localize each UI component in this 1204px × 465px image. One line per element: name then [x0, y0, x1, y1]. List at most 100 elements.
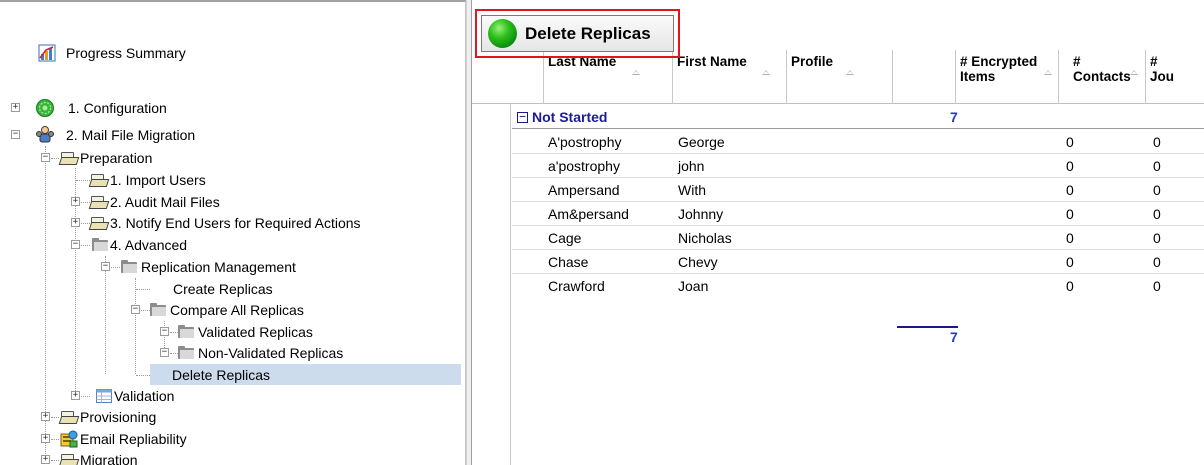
tree-item-provisioning[interactable]: Provisioning	[58, 406, 157, 427]
cell-last-name: Ampersand	[548, 182, 620, 198]
tree-item-compare-all-replicas[interactable]: Compare All Replicas	[150, 299, 304, 320]
cell-last-name: A'postrophy	[548, 134, 622, 150]
table-row[interactable]: Am&persand Johnny 0 0	[512, 202, 1204, 226]
cell-contacts: 0	[1066, 254, 1074, 270]
tree-connector	[51, 439, 59, 440]
tree-item-validation[interactable]: Validation	[96, 385, 174, 406]
table-row[interactable]: Ampersand With 0 0	[512, 178, 1204, 202]
tree-item-preparation[interactable]: Preparation	[58, 147, 153, 168]
tree-connector	[51, 460, 59, 461]
column-header-spacer	[893, 50, 956, 104]
cell-journal: 0	[1153, 158, 1161, 174]
collapse-toggle[interactable]: −	[517, 111, 528, 123]
column-header-journal[interactable]: # Jou	[1146, 50, 1204, 104]
table-row[interactable]: Cage Nicholas 0 0	[512, 226, 1204, 250]
table-row[interactable]: Crawford Joan 0 0	[512, 274, 1204, 298]
tree-item-label: 2. Audit Mail Files	[110, 193, 220, 210]
collapse-toggle[interactable]: −	[160, 327, 169, 336]
cell-first-name: Johnny	[678, 206, 724, 222]
tree-connector	[81, 202, 90, 203]
column-header-label: Jou	[1150, 69, 1175, 84]
tree-item-email-repliability[interactable]: Email Repliability	[60, 428, 187, 449]
column-header-last-name[interactable]: Last Name	[544, 50, 673, 104]
group-title: Not Started	[532, 109, 608, 125]
collapse-toggle[interactable]: −	[131, 305, 140, 314]
folder-icon	[178, 325, 194, 338]
navigation-tree: Progress Summary + 1. Configuration − 2.…	[0, 0, 466, 465]
tree-item-replication-management[interactable]: Replication Management	[121, 256, 296, 277]
tree-item-delete-replicas[interactable]: Delete Replicas	[150, 364, 461, 385]
collapse-toggle[interactable]: −	[41, 153, 50, 162]
tree-item-advanced[interactable]: 4. Advanced	[92, 234, 187, 255]
table-row[interactable]: Chase Chevy 0 0	[512, 250, 1204, 274]
tree-item-create-replicas[interactable]: Create Replicas	[173, 278, 273, 299]
tree-item-migration[interactable]: Migration	[58, 449, 138, 465]
column-header-first-name[interactable]: First Name	[673, 50, 787, 104]
tree-item-import-users[interactable]: 1. Import Users	[88, 169, 206, 190]
cell-last-name: a'postrophy	[548, 158, 620, 174]
tree-item-label: Validated Replicas	[198, 323, 313, 340]
expand-toggle[interactable]: +	[41, 455, 50, 464]
table-row[interactable]: a'postrophy john 0 0	[512, 154, 1204, 178]
tree-item-label: 1. Configuration	[68, 99, 167, 116]
tree-item-validated-replicas[interactable]: Validated Replicas	[178, 321, 313, 342]
grid-row-selector-column	[472, 50, 511, 465]
tree-connector	[51, 158, 59, 159]
configuration-icon	[36, 98, 54, 117]
tree-connector	[141, 310, 150, 311]
cell-contacts: 0	[1066, 182, 1074, 198]
open-folder-icon	[88, 216, 110, 230]
tree-item-label: Validation	[114, 387, 175, 404]
column-header-label: First Name	[677, 54, 747, 69]
cell-contacts: 0	[1066, 278, 1074, 294]
tree-item-notify-end-users[interactable]: 3. Notify End Users for Required Actions	[88, 212, 361, 233]
tree-connector	[170, 332, 178, 333]
column-header-indicator	[512, 50, 544, 104]
expand-toggle[interactable]: +	[71, 218, 80, 227]
summary-rule	[897, 326, 958, 328]
tree-item-label: Delete Replicas	[172, 366, 271, 383]
expand-toggle[interactable]: +	[71, 391, 80, 400]
delete-replicas-button[interactable]: Delete Replicas	[481, 15, 674, 52]
tree-item-label: Preparation	[80, 149, 153, 166]
tree-item-label: Email Repliability	[80, 430, 187, 447]
tree-item-mail-file-migration[interactable]: 2. Mail File Migration	[35, 124, 195, 145]
group-count: 7	[950, 109, 958, 125]
expand-toggle[interactable]: +	[41, 412, 50, 421]
folder-icon	[121, 260, 137, 273]
tree-connector	[136, 375, 150, 376]
expand-toggle[interactable]: +	[41, 434, 50, 443]
collapse-toggle[interactable]: −	[160, 348, 169, 357]
expand-toggle[interactable]: +	[11, 103, 20, 112]
group-row-not-started[interactable]: − Not Started 7	[512, 105, 1204, 129]
tree-connector	[170, 353, 178, 354]
cell-contacts: 0	[1066, 230, 1074, 246]
column-header-label: # Encrypted	[960, 54, 1038, 69]
tree-item-non-validated-replicas[interactable]: Non-Validated Replicas	[178, 342, 343, 363]
collapse-toggle[interactable]: −	[11, 130, 20, 139]
tree-connector	[135, 278, 136, 374]
replicas-grid: Last Name First Name Profile # Encrypted…	[472, 50, 1204, 465]
column-header-encrypted-items[interactable]: # Encrypted Items	[956, 50, 1059, 104]
expand-toggle[interactable]: +	[71, 197, 80, 206]
tree-connector	[81, 223, 90, 224]
column-header-label: Profile	[791, 54, 834, 69]
tree-item-label: Provisioning	[80, 408, 157, 425]
column-header-profile[interactable]: Profile	[787, 50, 893, 104]
folder-icon	[150, 303, 166, 316]
tree-item-progress-summary[interactable]: Progress Summary	[38, 42, 186, 63]
column-header-label: #	[1150, 54, 1158, 69]
column-header-contacts[interactable]: # Contacts	[1069, 50, 1146, 104]
green-status-icon	[488, 19, 517, 48]
open-folder-icon	[58, 151, 80, 165]
collapse-toggle[interactable]: −	[101, 262, 110, 271]
sort-icon	[762, 70, 771, 76]
tree-item-label: Create Replicas	[173, 280, 273, 297]
tree-item-configuration[interactable]: 1. Configuration	[35, 97, 167, 118]
cell-contacts: 0	[1066, 206, 1074, 222]
collapse-toggle[interactable]: −	[71, 240, 80, 249]
cell-first-name: Joan	[678, 278, 709, 294]
tree-item-audit-mail-files[interactable]: 2. Audit Mail Files	[88, 191, 220, 212]
sort-icon	[1130, 70, 1139, 76]
table-row[interactable]: A'postrophy George 0 0	[512, 130, 1204, 154]
